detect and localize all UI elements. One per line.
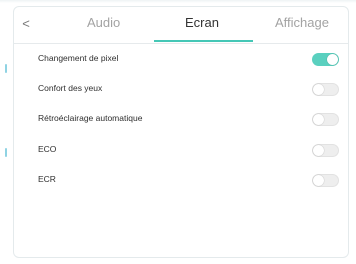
toggle-knob [313,84,324,95]
eye-comfort-toggle[interactable] [312,83,339,96]
active-tab-indicator [154,40,253,42]
toggle-knob [313,145,324,156]
side-indicator [5,148,7,157]
ecr-toggle[interactable] [312,174,339,187]
tab-ecran[interactable]: Ecran [185,15,219,30]
toggle-knob [313,175,324,186]
setting-row-auto-backlight: Rétroéclairage automatique [14,110,348,130]
settings-panel: < Audio Ecran Affichage Changement de pi… [13,6,349,258]
back-button[interactable]: < [18,15,34,31]
setting-row-ecr: ECR [14,171,348,191]
toggle-knob [313,114,324,125]
setting-label: Changement de pixel [38,53,119,63]
toggle-knob [327,54,338,65]
auto-backlight-toggle[interactable] [312,113,339,126]
setting-row-eco: ECO [14,141,348,161]
chevron-left-icon: < [22,15,30,31]
setting-label: Confort des yeux [38,83,103,93]
side-indicator [5,64,7,73]
top-edge [0,0,356,3]
setting-label: ECO [38,144,57,154]
screen: < Audio Ecran Affichage Changement de pi… [0,0,356,264]
setting-label: ECR [38,174,56,184]
setting-label: Rétroéclairage automatique [38,113,143,123]
tab-affichage[interactable]: Affichage [275,15,329,30]
pixel-shift-toggle[interactable] [312,53,339,66]
eco-toggle[interactable] [312,144,339,157]
setting-row-eye-comfort: Confort des yeux [14,80,348,100]
setting-row-pixel-shift: Changement de pixel [14,50,348,70]
tab-bar: < Audio Ecran Affichage [14,7,348,44]
tab-audio[interactable]: Audio [87,15,120,30]
